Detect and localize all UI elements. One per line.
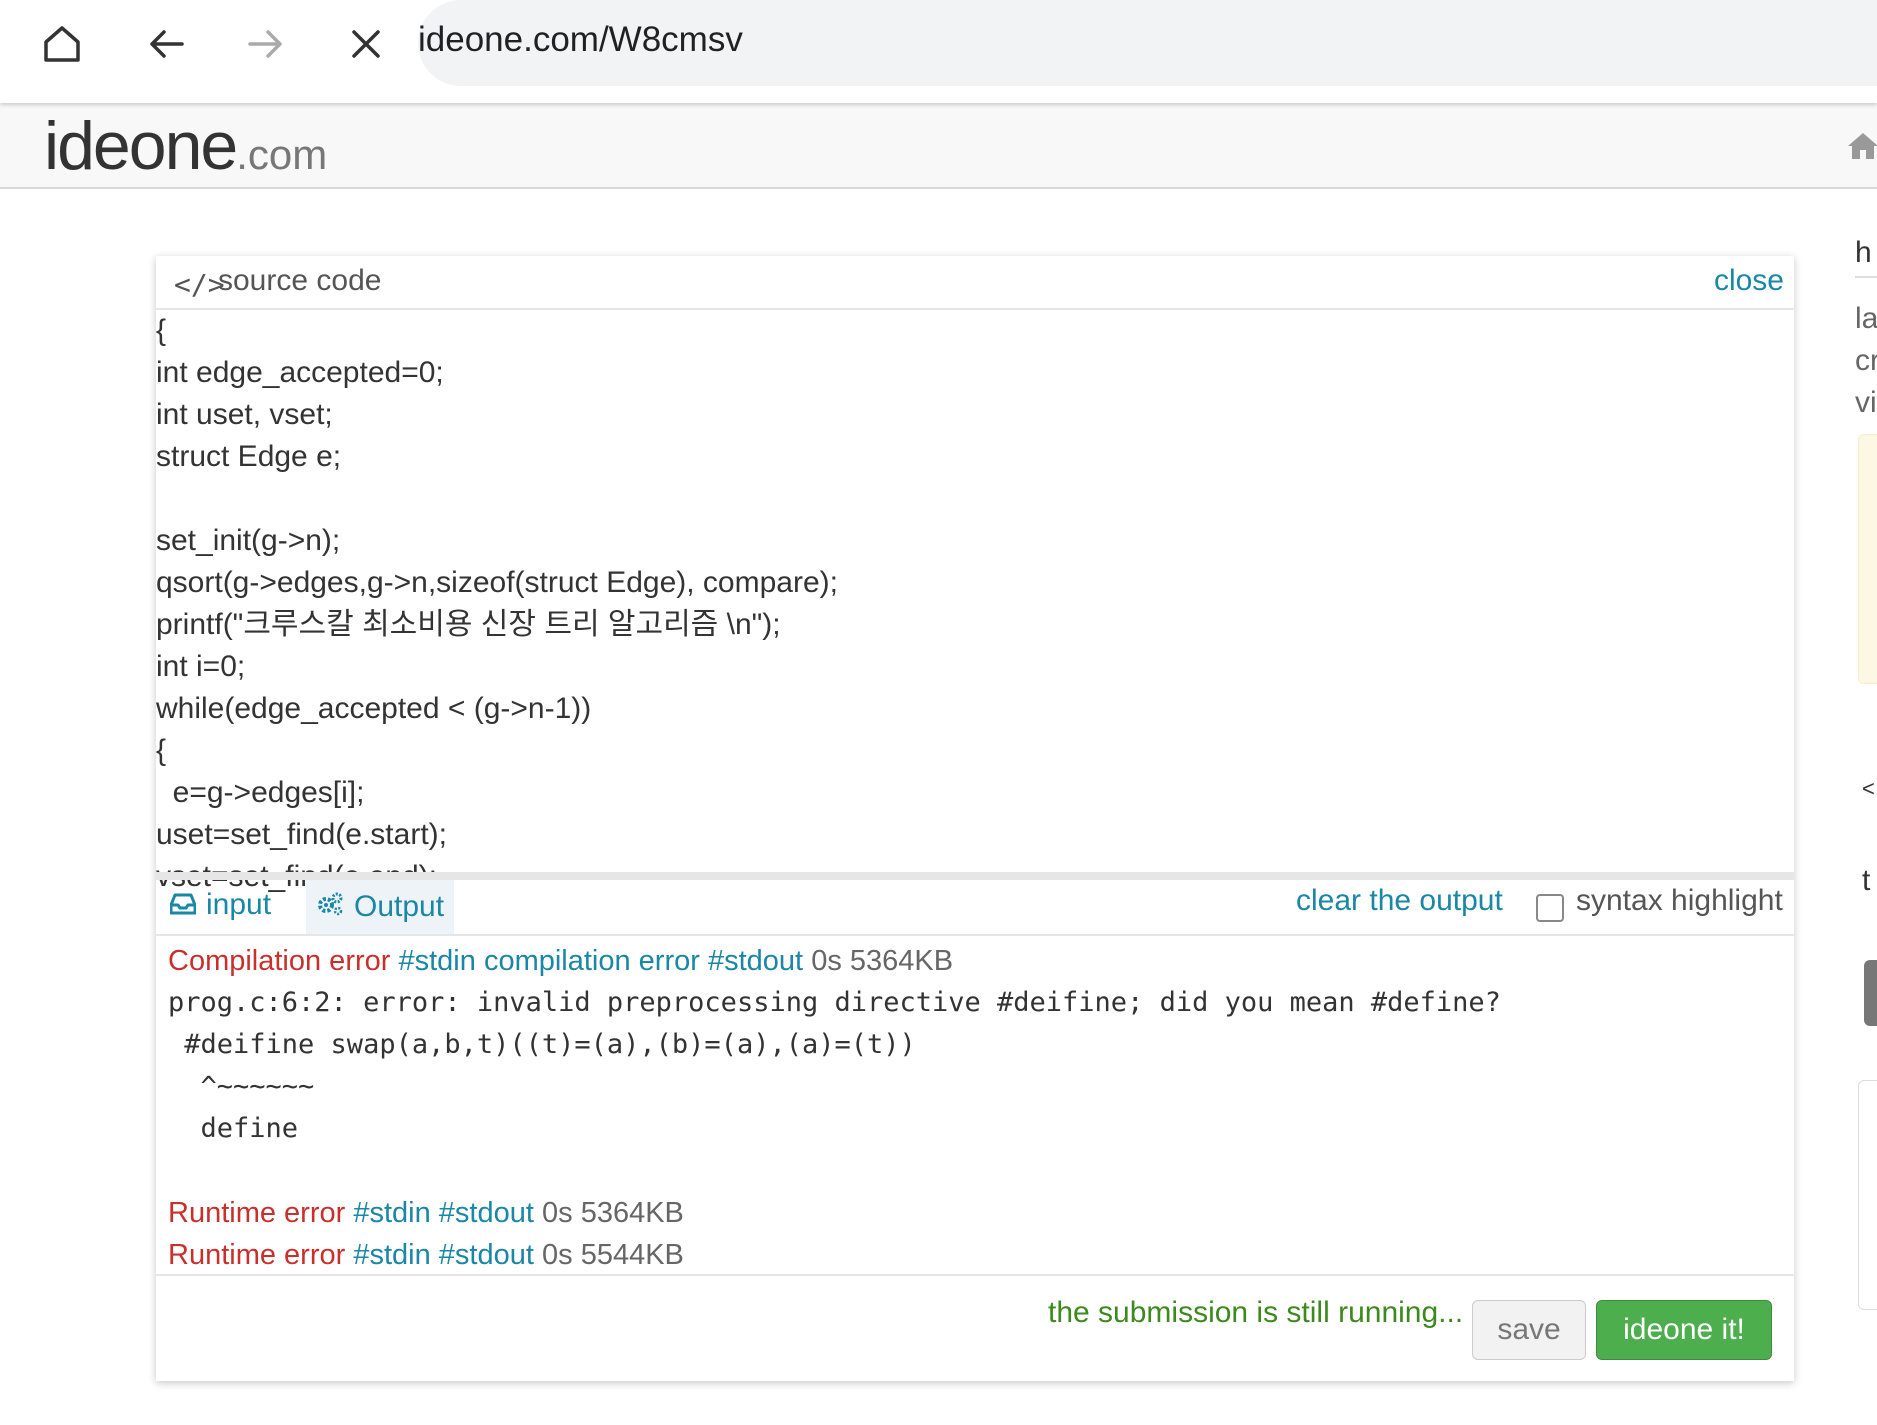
stdout-link[interactable]: #stdout xyxy=(439,1197,534,1229)
inbox-icon xyxy=(169,889,197,923)
code-line: int i=0; xyxy=(156,650,246,683)
home-icon[interactable] xyxy=(1846,131,1877,161)
result-line: Runtime error #stdin #stdout 0s 5364KB xyxy=(168,1192,1778,1234)
result-time: 0s xyxy=(542,1239,573,1271)
source-code-panel: </> source code close { int edge_accepted… xyxy=(156,256,1794,1381)
syntax-highlight-label: syntax highlight xyxy=(1576,884,1783,917)
compiler-output-line: ^~~~~~~ xyxy=(168,1071,315,1102)
ideone-it-button[interactable]: ideone it! xyxy=(1596,1300,1772,1360)
code-line: set_init(g->n); xyxy=(156,524,341,557)
code-line: uset=set_find(e.start); xyxy=(156,818,447,851)
sidebar-fragment: cr xyxy=(1855,344,1877,377)
tab-input-label: input xyxy=(206,888,272,921)
logo-tld: .com xyxy=(236,131,328,178)
compilation-error-link[interactable]: compilation error xyxy=(484,945,700,977)
stdin-link[interactable]: #stdin xyxy=(398,945,475,977)
result-memory: 5364KB xyxy=(849,945,954,977)
gears-icon xyxy=(316,881,344,935)
code-line: { xyxy=(156,314,167,347)
result-memory: 5544KB xyxy=(580,1239,684,1271)
site-logo[interactable]: ideone.com xyxy=(44,107,327,185)
code-line: while(edge_accepted < (g->n-1)) xyxy=(156,692,592,725)
stop-loading-icon[interactable] xyxy=(344,22,388,66)
back-arrow-icon[interactable] xyxy=(144,22,188,66)
code-line: printf("크루스칼 최소비용 신장 트리 알고리즘 \n"); xyxy=(156,608,781,641)
result-time: 0s xyxy=(542,1197,573,1229)
stdout-link[interactable]: #stdout xyxy=(708,945,803,977)
compiler-output-line: define xyxy=(168,1113,299,1144)
save-button[interactable]: save xyxy=(1472,1300,1586,1360)
result-status: Runtime error xyxy=(168,1197,346,1229)
result-line: Runtime error #stdin #stdout 0s 5544KB xyxy=(168,1234,1778,1276)
sidebar-box xyxy=(1858,1080,1877,1310)
tab-input[interactable]: input xyxy=(169,888,272,934)
code-line: int edge_accepted=0; xyxy=(156,356,444,389)
io-tab-bar: input Output clear the output syntax hig… xyxy=(156,880,1794,936)
sidebar-divider xyxy=(1855,276,1877,278)
clear-output-link[interactable]: clear the output xyxy=(1296,884,1503,918)
code-line: struct Edge e; xyxy=(156,440,342,473)
code-icon: </> xyxy=(174,268,225,301)
running-status-message: the submission is still running... xyxy=(1048,1296,1464,1329)
source-code-editor[interactable]: { int edge_accepted=0;int uset, vset; stru… xyxy=(156,310,1794,924)
tab-output[interactable]: Output xyxy=(306,880,455,935)
syntax-highlight-checkbox[interactable] xyxy=(1536,894,1564,922)
home-icon[interactable] xyxy=(40,22,84,66)
forward-arrow-icon[interactable] xyxy=(244,22,288,66)
url-text[interactable]: ideone.com/W8cmsv xyxy=(418,20,743,60)
sidebar-fragment: t xyxy=(1862,864,1871,897)
site-header: ideone.com xyxy=(0,103,1877,189)
result-status: Compilation error xyxy=(168,945,391,977)
result-line: Compilation error #stdin compilation err… xyxy=(168,940,1778,982)
sidebar-fragment: vi xyxy=(1855,386,1877,419)
code-line: { xyxy=(156,734,167,767)
footer-divider xyxy=(156,1274,1794,1276)
stdin-link[interactable]: #stdin xyxy=(353,1197,430,1229)
sidebar-fragment: h xyxy=(1855,236,1872,269)
compiler-output-line: prog.c:6:2: error: invalid preprocessing… xyxy=(168,987,1501,1018)
close-link[interactable]: close xyxy=(1714,264,1784,298)
panel-title: source code xyxy=(218,264,382,297)
resize-splitter[interactable] xyxy=(156,872,1794,880)
sidebar-button[interactable] xyxy=(1864,960,1877,1026)
compiler-output-line: #deifine swap(a,b,t)((t)=(a),(b)=(a),(a)… xyxy=(168,1029,916,1060)
stdout-link[interactable]: #stdout xyxy=(439,1239,534,1271)
sidebar-fragment: < xyxy=(1862,776,1875,801)
result-memory: 5364KB xyxy=(580,1197,684,1229)
browser-toolbar: ideone.com/W8cmsv xyxy=(0,0,1877,103)
panel-header: </> source code close xyxy=(156,256,1794,310)
code-line: e=g->edges[i]; xyxy=(156,776,365,809)
logo-main: ideone xyxy=(44,108,238,184)
result-time: 0s xyxy=(811,945,842,977)
sidebar-fragment: la xyxy=(1855,302,1877,335)
sidebar-notice-box xyxy=(1858,434,1877,684)
tab-output-label: Output xyxy=(354,890,445,923)
code-line: qsort(g->edges,g->n,sizeof(struct Edge),… xyxy=(156,566,838,599)
result-status: Runtime error xyxy=(168,1239,346,1271)
stdin-link[interactable]: #stdin xyxy=(353,1239,430,1271)
output-area: Compilation error #stdin compilation err… xyxy=(168,940,1778,1276)
code-line: int uset, vset; xyxy=(156,398,333,431)
